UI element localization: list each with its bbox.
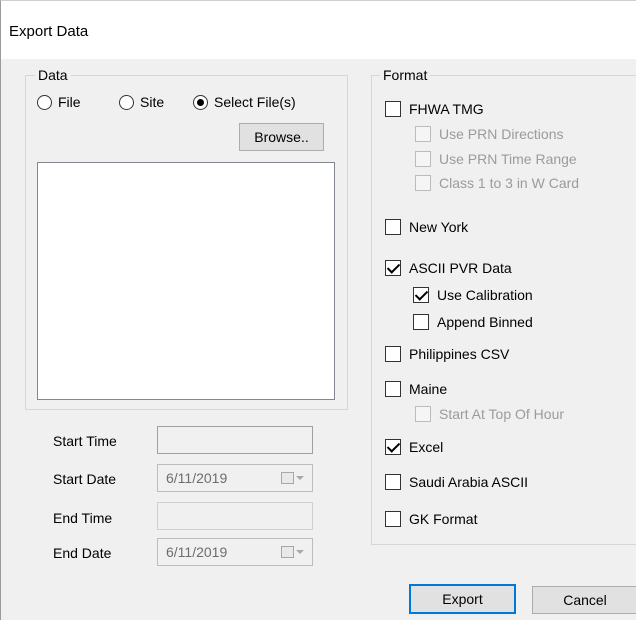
radio-site-label: Site <box>140 94 165 110</box>
checkbox-append-binned-label: Append Binned <box>437 314 533 330</box>
checkbox-fhwa-tmg-box[interactable] <box>385 101 401 117</box>
export-button[interactable]: Export <box>409 584 516 614</box>
start-date-value: 6/11/2019 <box>166 470 228 486</box>
end-time-label: End Time <box>53 510 113 526</box>
radio-site-indicator[interactable] <box>119 94 134 110</box>
checkbox-class-1-to-3-label: Class 1 to 3 in W Card <box>439 175 580 191</box>
radio-select-files[interactable]: Select File(s) <box>193 94 296 110</box>
checkbox-new-york-box[interactable] <box>385 219 401 235</box>
checkbox-use-prn-directions-box[interactable] <box>415 126 431 142</box>
checkbox-excel-label: Excel <box>409 439 444 455</box>
cancel-button[interactable]: Cancel <box>532 586 636 614</box>
checkbox-excel-box[interactable] <box>385 439 401 455</box>
checkbox-gk-format-label: GK Format <box>409 511 478 527</box>
checkbox-append-binned[interactable]: Append Binned <box>413 314 533 330</box>
checkbox-use-calibration-label: Use Calibration <box>437 287 533 303</box>
calendar-icon <box>281 472 294 484</box>
start-date-label: Start Date <box>53 471 117 487</box>
checkbox-class-1-to-3[interactable]: Class 1 to 3 in W Card <box>415 175 579 191</box>
checkbox-saudi-arabia-ascii-box[interactable] <box>385 474 401 490</box>
checkbox-saudi-arabia-ascii-label: Saudi Arabia ASCII <box>409 474 529 490</box>
checkbox-philippines-csv-box[interactable] <box>385 346 401 362</box>
checkbox-use-prn-time-range-box[interactable] <box>415 151 431 167</box>
start-time-input[interactable] <box>157 426 313 454</box>
data-group-legend: Data <box>35 67 71 83</box>
checkbox-use-prn-directions[interactable]: Use PRN Directions <box>415 126 563 142</box>
checkbox-excel[interactable]: Excel <box>385 439 443 455</box>
checkbox-use-prn-time-range-label: Use PRN Time Range <box>439 151 577 167</box>
calendar-dropdown-icon[interactable] <box>281 472 304 484</box>
checkbox-philippines-csv[interactable]: Philippines CSV <box>385 346 509 362</box>
radio-select-files-indicator[interactable] <box>193 94 208 110</box>
checkbox-use-calibration[interactable]: Use Calibration <box>413 287 533 303</box>
radio-site[interactable]: Site <box>119 94 164 110</box>
checkbox-fhwa-tmg[interactable]: FHWA TMG <box>385 101 484 117</box>
radio-file-indicator[interactable] <box>37 94 52 110</box>
checkbox-ascii-pvr[interactable]: ASCII PVR Data <box>385 260 512 276</box>
checkbox-start-top-of-hour-label: Start At Top Of Hour <box>439 406 565 422</box>
checkbox-start-top-of-hour[interactable]: Start At Top Of Hour <box>415 406 564 422</box>
radio-file-label: File <box>58 94 81 110</box>
calendar-icon <box>281 546 294 558</box>
calendar-dropdown-icon[interactable] <box>281 546 304 558</box>
end-date-picker[interactable]: 6/11/2019 <box>157 538 313 566</box>
start-date-picker[interactable]: 6/11/2019 <box>157 464 313 492</box>
format-group-legend: Format <box>380 67 431 83</box>
checkbox-maine-label: Maine <box>409 381 448 397</box>
chevron-down-icon <box>296 550 304 554</box>
checkbox-gk-format[interactable]: GK Format <box>385 511 477 527</box>
start-time-label: Start Time <box>53 433 117 449</box>
checkbox-saudi-arabia-ascii[interactable]: Saudi Arabia ASCII <box>385 474 528 490</box>
checkbox-fhwa-tmg-label: FHWA TMG <box>409 101 484 117</box>
chevron-down-icon <box>296 476 304 480</box>
checkbox-maine-box[interactable] <box>385 381 401 397</box>
checkbox-use-prn-directions-label: Use PRN Directions <box>439 126 564 142</box>
end-date-label: End Date <box>53 545 112 561</box>
checkbox-maine[interactable]: Maine <box>385 381 447 397</box>
radio-file[interactable]: File <box>37 94 81 110</box>
file-list[interactable] <box>37 162 335 400</box>
window-title: Export Data <box>9 23 89 40</box>
end-date-value: 6/11/2019 <box>166 544 228 560</box>
checkbox-gk-format-box[interactable] <box>385 511 401 527</box>
checkbox-new-york-label: New York <box>409 219 469 235</box>
export-data-dialog: Export Data Data File Site Select File(s… <box>0 0 636 620</box>
checkbox-start-top-of-hour-box[interactable] <box>415 406 431 422</box>
checkbox-append-binned-box[interactable] <box>413 314 429 330</box>
end-time-input[interactable] <box>157 502 313 530</box>
checkbox-philippines-csv-label: Philippines CSV <box>409 346 510 362</box>
checkbox-ascii-pvr-box[interactable] <box>385 260 401 276</box>
checkbox-use-calibration-box[interactable] <box>413 287 429 303</box>
browse-button[interactable]: Browse.. <box>239 123 324 151</box>
checkbox-use-prn-time-range[interactable]: Use PRN Time Range <box>415 151 577 167</box>
checkbox-class-1-to-3-box[interactable] <box>415 175 431 191</box>
radio-select-files-label: Select File(s) <box>214 94 296 110</box>
checkbox-new-york[interactable]: New York <box>385 219 468 235</box>
checkbox-ascii-pvr-label: ASCII PVR Data <box>409 260 512 276</box>
title-bar: Export Data <box>1 1 636 59</box>
